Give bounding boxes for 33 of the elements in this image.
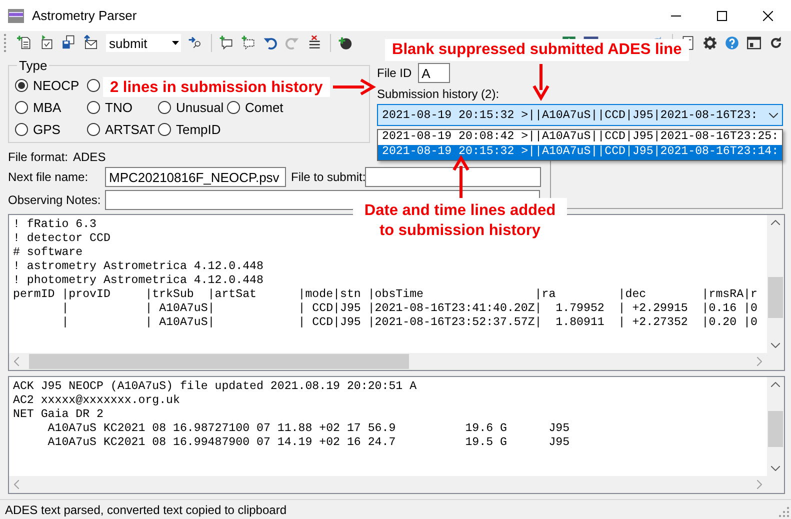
format-value: ADES bbox=[73, 150, 106, 164]
callout-tooltip: 2 lines in submission history bbox=[103, 77, 330, 97]
field-label: Submission history (2): bbox=[377, 87, 500, 101]
text-line: ! fRatio 6.3 bbox=[13, 218, 96, 232]
radio-label: MBA bbox=[33, 100, 62, 114]
field-label: Next file name: bbox=[8, 170, 90, 184]
radio-label: ARTSAT bbox=[105, 122, 156, 136]
text-line: # software bbox=[13, 246, 83, 260]
text-line: permID |provID |trkSub |artSat |mode|stn |obsTime |ra |dec |rmsRA|r bbox=[13, 288, 758, 302]
callout-tooltip: Blank suppressed submitted ADES line bbox=[385, 39, 689, 61]
field-label: File format: bbox=[8, 150, 68, 164]
text-line: ! photometry Astrometrica 4.12.0.448 bbox=[13, 274, 264, 288]
field-label: File to submit: bbox=[291, 170, 365, 184]
radio-label: NEOCP bbox=[33, 78, 80, 92]
status-text: ADES text parsed, converted text copied to clipboard bbox=[5, 502, 286, 516]
field-label: File ID bbox=[377, 66, 412, 80]
text-line: A10A7uS KC2021 08 16.98727100 07 11.88 +02 17 56.9 19.6 G J95 bbox=[46, 422, 570, 436]
group-label: Type bbox=[17, 58, 50, 73]
text-line: AC2 xxxxx@xxxxxxx.org.uk bbox=[13, 394, 180, 408]
radio-label: TNO bbox=[105, 100, 132, 114]
radio-label: Comet bbox=[245, 100, 284, 114]
field-label: Observing Notes: bbox=[8, 193, 102, 207]
text-line: ! astrometry Astrometrica 4.12.0.448 bbox=[13, 260, 264, 274]
text-line: | | A10A7uS| | CCD|J95 |2021-08-16T23:41:40.20Z| 1.79952 | +2.29915 |0.16 |0 bbox=[60, 302, 758, 316]
radio-label: TempID bbox=[176, 122, 221, 136]
radio-label: Unusual bbox=[176, 100, 224, 114]
text-line: ! detector CCD bbox=[13, 232, 110, 246]
radio-label: GPS bbox=[33, 122, 60, 136]
text-line: NET Gaia DR 2 bbox=[13, 408, 104, 422]
text-line: A10A7uS KC2021 08 16.99487900 07 14.19 +02 16 24.7 19.5 G J95 bbox=[46, 436, 570, 450]
text-line: ACK J95 NEOCP (A10A7uS) file updated 2021.08.19 20:20:51 A bbox=[13, 380, 417, 394]
window-title: Astrometry Parser bbox=[32, 8, 138, 23]
text-line: | | A10A7uS| | CCD|J95 |2021-08-16T23:52:37.57Z| 1.80911 | +2.27352 |0.20 |0 bbox=[60, 316, 758, 330]
